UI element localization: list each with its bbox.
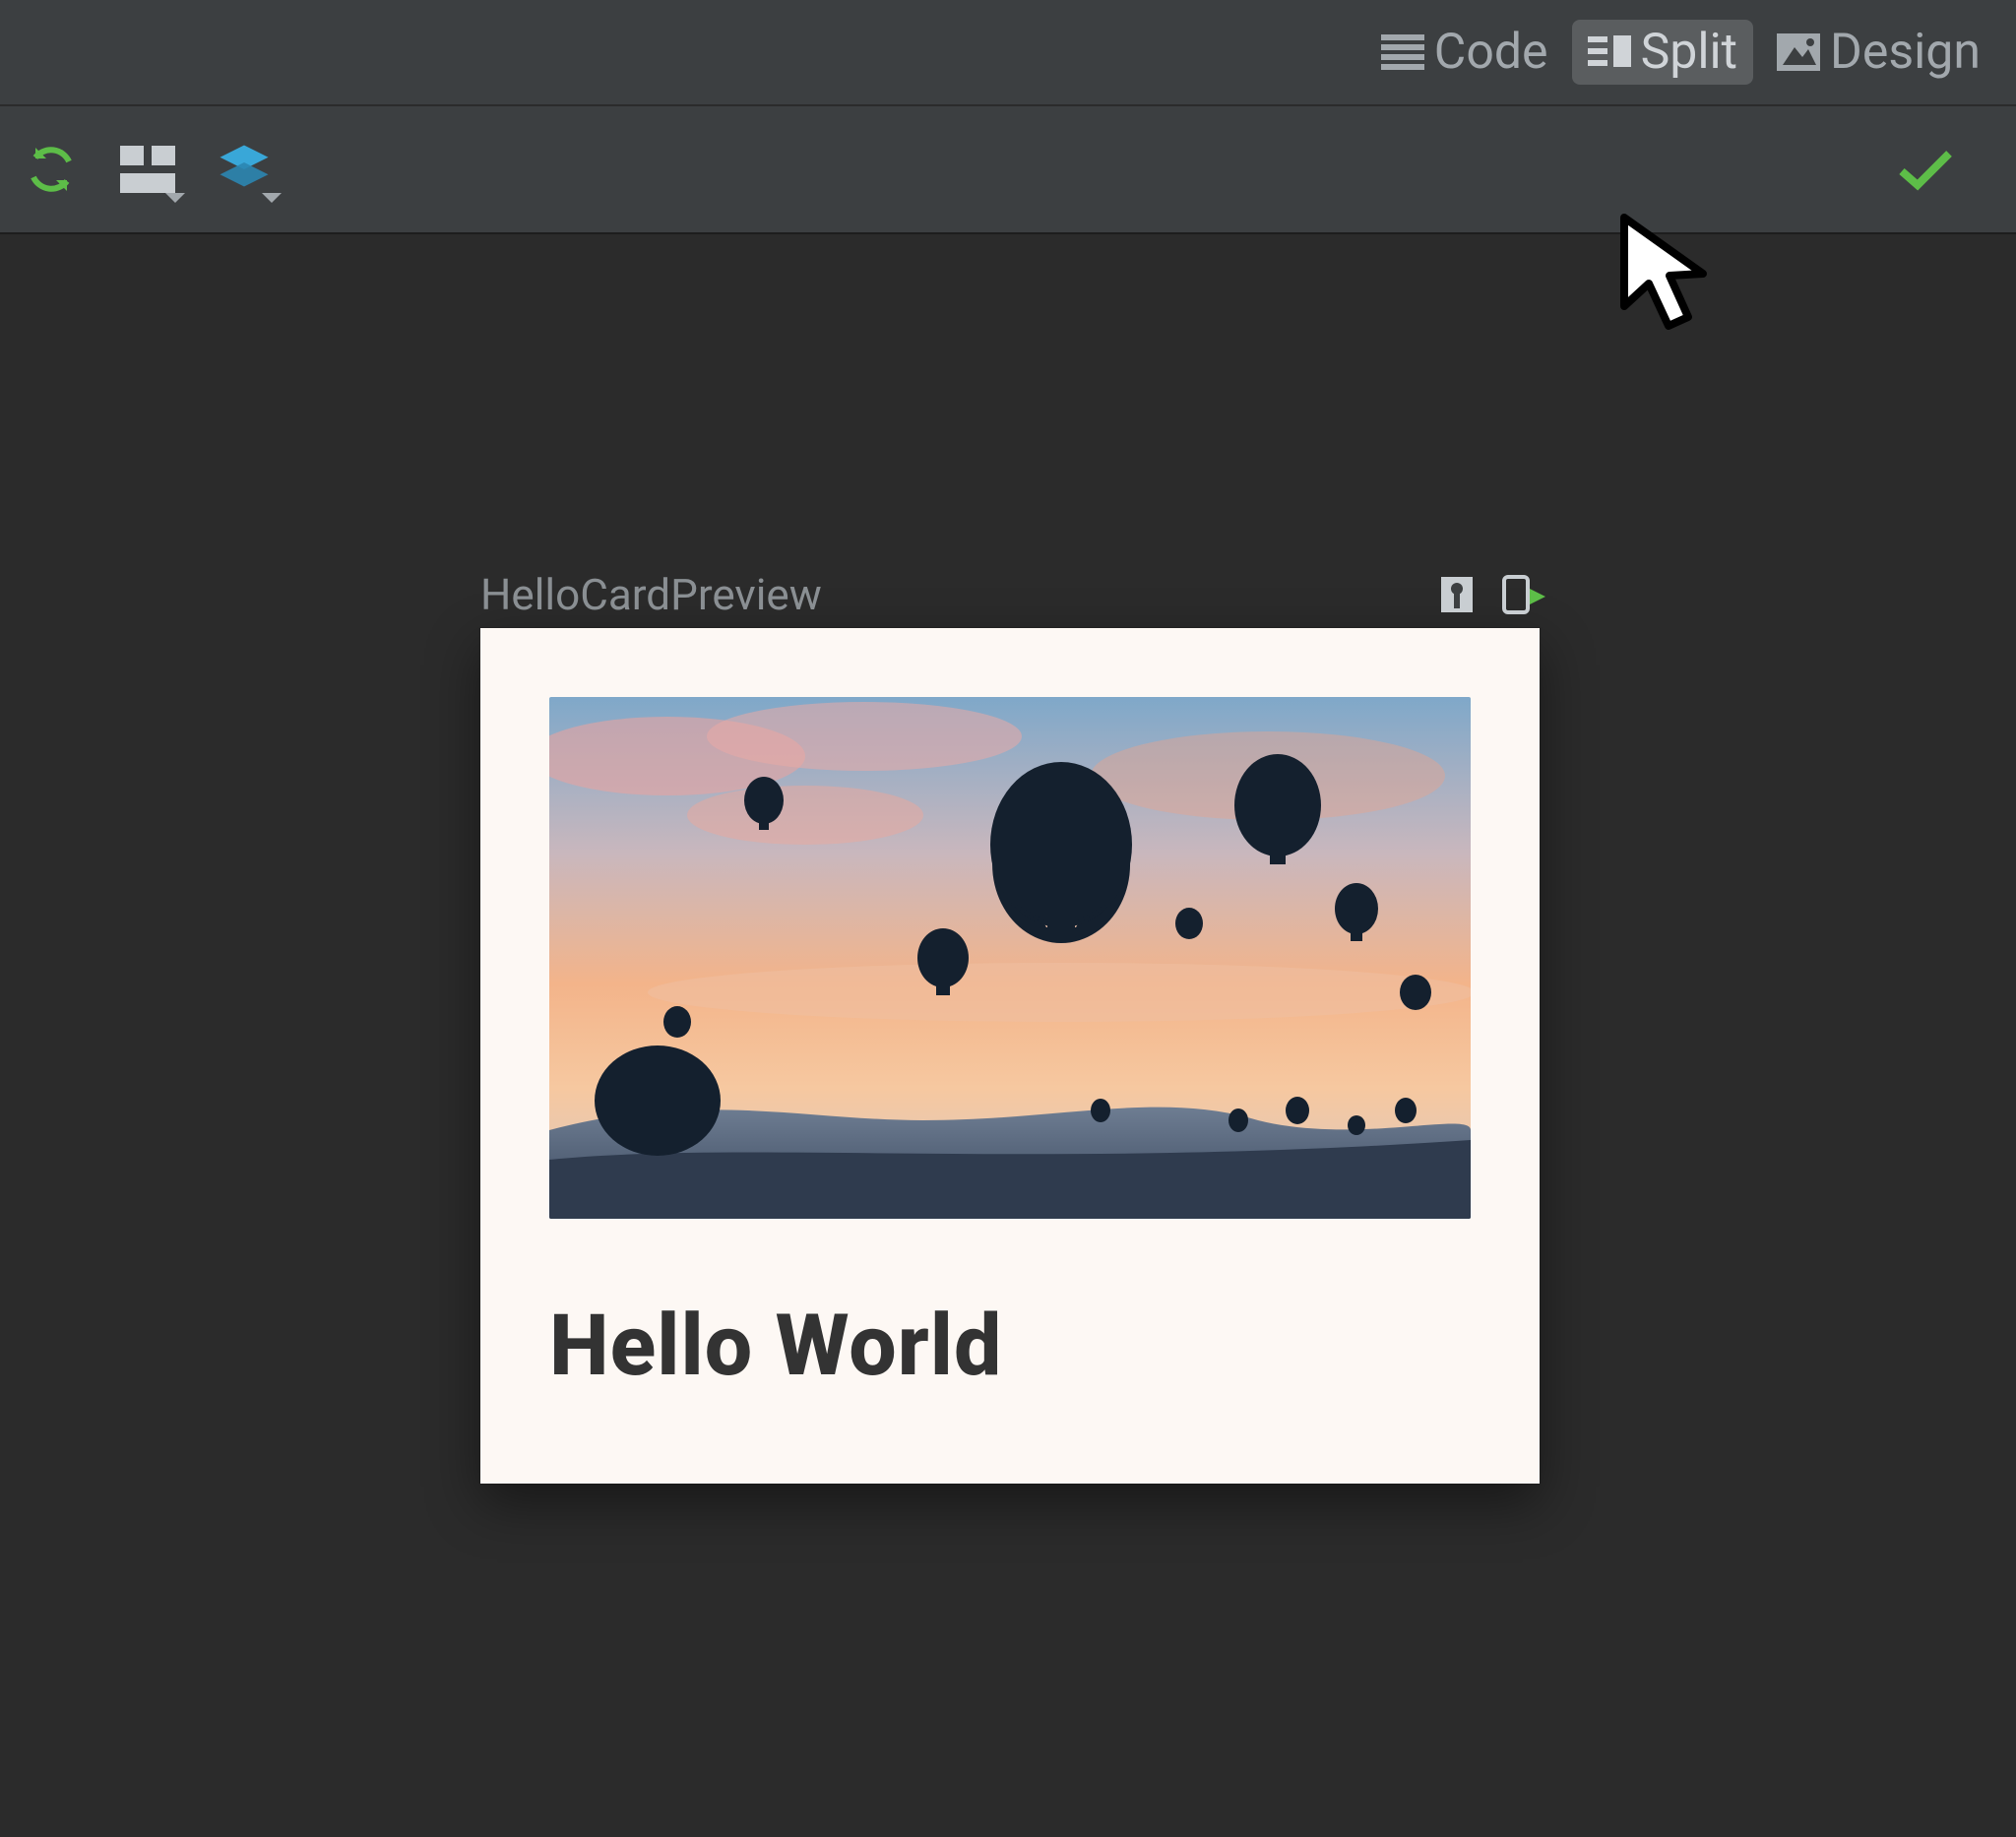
interactive-mode-icon[interactable]: [1437, 575, 1477, 614]
check-icon[interactable]: [1898, 142, 1953, 197]
image-mountain-icon: [1777, 33, 1820, 71]
preview-card[interactable]: Hello World: [480, 628, 1540, 1484]
view-mode-tab-bar: Code Split Design: [0, 0, 2016, 106]
card-image: [549, 697, 1471, 1219]
split-pane-icon: [1588, 33, 1631, 71]
preview-block: HelloCardPreview: [480, 569, 1540, 1484]
tab-code[interactable]: Code: [1365, 20, 1564, 85]
tab-design-label: Design: [1830, 28, 1981, 77]
tab-split-label: Split: [1641, 28, 1737, 77]
tab-code-label: Code: [1434, 28, 1548, 77]
preview-header: HelloCardPreview: [480, 569, 1540, 620]
tab-split[interactable]: Split: [1572, 20, 1753, 85]
preview-title: HelloCardPreview: [480, 569, 1437, 620]
chevron-down-icon: [165, 193, 185, 203]
deploy-preview-icon[interactable]: [1500, 575, 1540, 614]
hamburger-lines-icon: [1381, 33, 1424, 71]
preview-toolbar: [0, 106, 2016, 234]
layout-panels-icon[interactable]: [120, 142, 175, 197]
card-title: Hello World: [549, 1296, 1471, 1395]
chevron-down-icon: [262, 193, 282, 203]
stack-icon[interactable]: [217, 142, 272, 197]
design-surface[interactable]: HelloCardPreview: [0, 234, 2016, 1837]
refresh-icon[interactable]: [24, 142, 79, 197]
tab-design[interactable]: Design: [1761, 20, 1996, 85]
